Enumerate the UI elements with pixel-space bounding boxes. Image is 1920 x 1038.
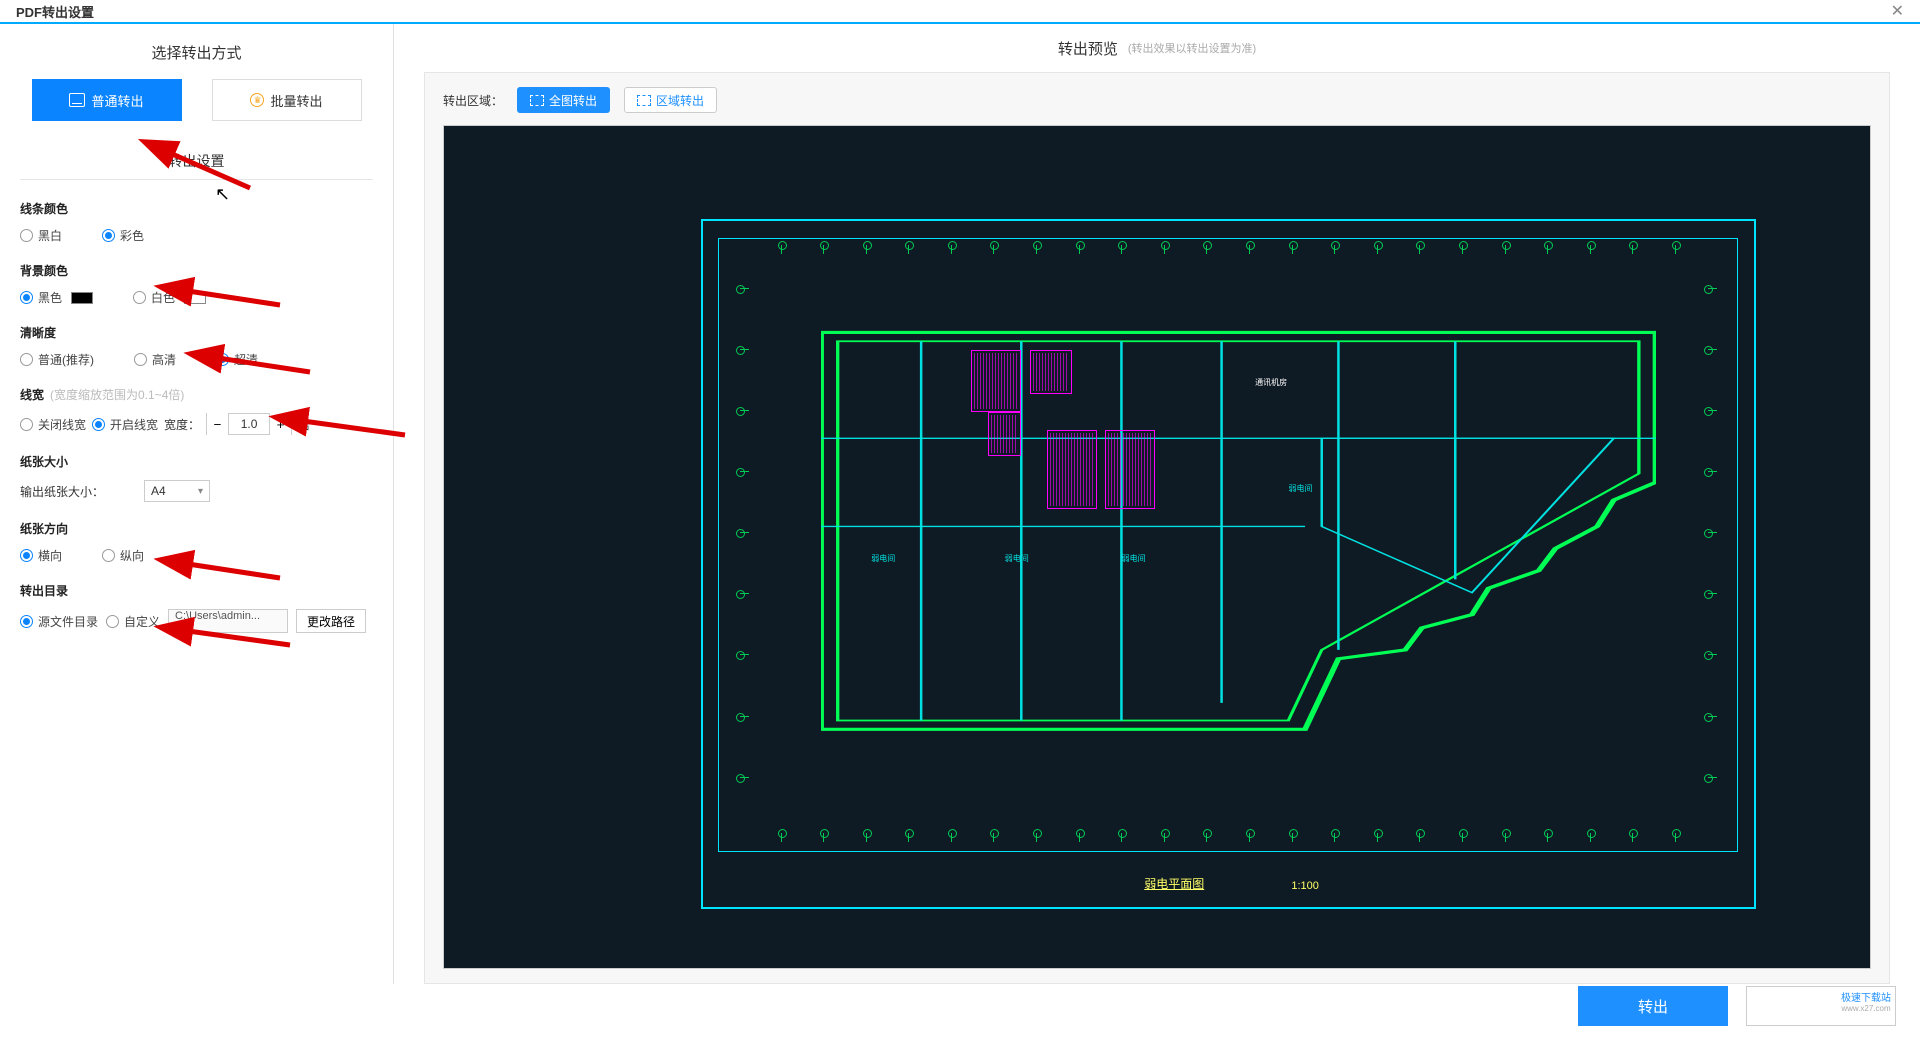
- divider: [20, 179, 373, 180]
- tab-normal-export[interactable]: 普通转出: [32, 79, 182, 121]
- drawing-inner-frame: 弱电间 弱电间 弱电间 弱电间 通讯机房: [718, 238, 1738, 852]
- radio-clarity-hd-label: 高清: [152, 351, 176, 368]
- radio-landscape-label: 横向: [38, 547, 62, 564]
- radio-clarity-uhd[interactable]: 超清: [216, 351, 258, 368]
- line-width-label: 线宽(宽度缩放范围为0.1~4倍): [20, 386, 373, 403]
- width-unit: 倍: [298, 416, 310, 433]
- radio-bg-black[interactable]: 黑色: [20, 289, 93, 306]
- stepper-value: 1.0: [229, 417, 269, 431]
- radio-lw-on-label: 开启线宽: [110, 416, 158, 433]
- settings-title: 转出设置: [20, 151, 373, 171]
- dialog-title: PDF转出设置: [16, 2, 94, 21]
- radio-bw-label: 黑白: [38, 227, 62, 244]
- radio-lw-off-label: 关闭线宽: [38, 416, 86, 433]
- line-width-stepper[interactable]: − 1.0 +: [206, 413, 292, 435]
- tab-batch-label: 批量转出: [270, 91, 322, 110]
- preview-panel: 转出预览 (转出效果以转出设置为准) 转出区域： 全图转出 区域转出: [394, 24, 1920, 984]
- radio-srcdir-label: 源文件目录: [38, 613, 98, 630]
- paper-size-select[interactable]: A4 ▾: [144, 480, 210, 502]
- clarity-label: 清晰度: [20, 324, 373, 341]
- radio-color[interactable]: 彩色: [102, 227, 144, 244]
- paper-size-value: A4: [151, 484, 166, 498]
- full-area-label: 全图转出: [549, 92, 597, 109]
- radio-customdir[interactable]: 自定义: [106, 613, 160, 630]
- radio-clarity-normal-label: 普通(推荐): [38, 351, 94, 368]
- building-plan: 弱电间 弱电间 弱电间 弱电间 通讯机房: [821, 306, 1656, 747]
- radio-bg-white[interactable]: 白色: [133, 289, 206, 306]
- crown-icon: ♛: [250, 93, 264, 107]
- radio-lw-on[interactable]: 开启线宽: [92, 416, 158, 433]
- width-prefix: 宽度：: [164, 416, 200, 433]
- radio-portrait-label: 纵向: [120, 547, 144, 564]
- radio-color-label: 彩色: [120, 227, 144, 244]
- grid-ticks-right: [1708, 288, 1717, 778]
- bg-color-label: 背景颜色: [20, 262, 373, 279]
- line-color-label: 线条颜色: [20, 200, 373, 217]
- method-title: 选择转出方式: [20, 42, 373, 63]
- region-area-icon: [637, 95, 651, 106]
- drawing-frame: 弱电间 弱电间 弱电间 弱电间 通讯机房 弱电平面图 1:100: [701, 219, 1756, 909]
- line-width-hint: (宽度缩放范围为0.1~4倍): [50, 388, 184, 402]
- stepper-plus[interactable]: +: [269, 413, 291, 435]
- plan-title: 弱电平面图: [1144, 875, 1204, 892]
- preview-hint: (转出效果以转出设置为准): [1128, 40, 1256, 56]
- path-input[interactable]: C:\Users\admin...: [168, 609, 288, 633]
- export-button[interactable]: 转出: [1578, 986, 1728, 1026]
- grid-ticks-left: [740, 288, 749, 778]
- outdir-label: 转出目录: [20, 582, 373, 599]
- plan-scale: 1:100: [1291, 880, 1319, 892]
- radio-customdir-label: 自定义: [124, 613, 160, 630]
- stepper-minus[interactable]: −: [207, 413, 229, 435]
- change-path-button[interactable]: 更改路径: [296, 609, 366, 633]
- radio-lw-off[interactable]: 关闭线宽: [20, 416, 86, 433]
- watermark: 极速下载站 www.x27.com: [1841, 989, 1891, 1013]
- tab-normal-label: 普通转出: [91, 91, 143, 110]
- preview-canvas[interactable]: 弱电间 弱电间 弱电间 弱电间 通讯机房 弱电平面图 1:100: [443, 125, 1871, 969]
- chevron-down-icon: ▾: [198, 486, 203, 497]
- cancel-button[interactable]: 极速下载站 www.x27.com: [1746, 986, 1896, 1026]
- close-icon[interactable]: ✕: [1891, 1, 1904, 21]
- radio-bw[interactable]: 黑白: [20, 227, 62, 244]
- radio-srcdir[interactable]: 源文件目录: [20, 613, 98, 630]
- grid-ticks-bottom: [781, 833, 1677, 842]
- tab-batch-export[interactable]: ♛ 批量转出: [212, 79, 362, 121]
- white-swatch: [184, 292, 206, 304]
- sidebar: 选择转出方式 普通转出 ♛ 批量转出 转出设置 线条颜色 黑白 彩色 背景颜色 …: [0, 24, 394, 984]
- preview-title: 转出预览: [1058, 38, 1118, 59]
- region-area-button[interactable]: 区域转出: [624, 87, 717, 113]
- radio-clarity-hd[interactable]: 高清: [134, 351, 176, 368]
- region-area-label: 区域转出: [656, 92, 704, 109]
- full-area-icon: [530, 95, 544, 106]
- radio-bg-white-label: 白色: [151, 289, 175, 306]
- radio-bg-black-label: 黑色: [38, 289, 62, 306]
- radio-clarity-uhd-label: 超清: [234, 351, 258, 368]
- paper-out-label: 输出纸张大小：: [20, 483, 104, 500]
- radio-landscape[interactable]: 横向: [20, 547, 62, 564]
- full-area-button[interactable]: 全图转出: [517, 87, 610, 113]
- black-swatch: [71, 292, 93, 304]
- orient-label: 纸张方向: [20, 520, 373, 537]
- radio-clarity-normal[interactable]: 普通(推荐): [20, 351, 94, 368]
- radio-portrait[interactable]: 纵向: [102, 547, 144, 564]
- paper-label: 纸张大小: [20, 453, 373, 470]
- grid-ticks-top: [781, 245, 1677, 254]
- area-label: 转出区域：: [443, 92, 503, 109]
- normal-export-icon: [69, 93, 85, 107]
